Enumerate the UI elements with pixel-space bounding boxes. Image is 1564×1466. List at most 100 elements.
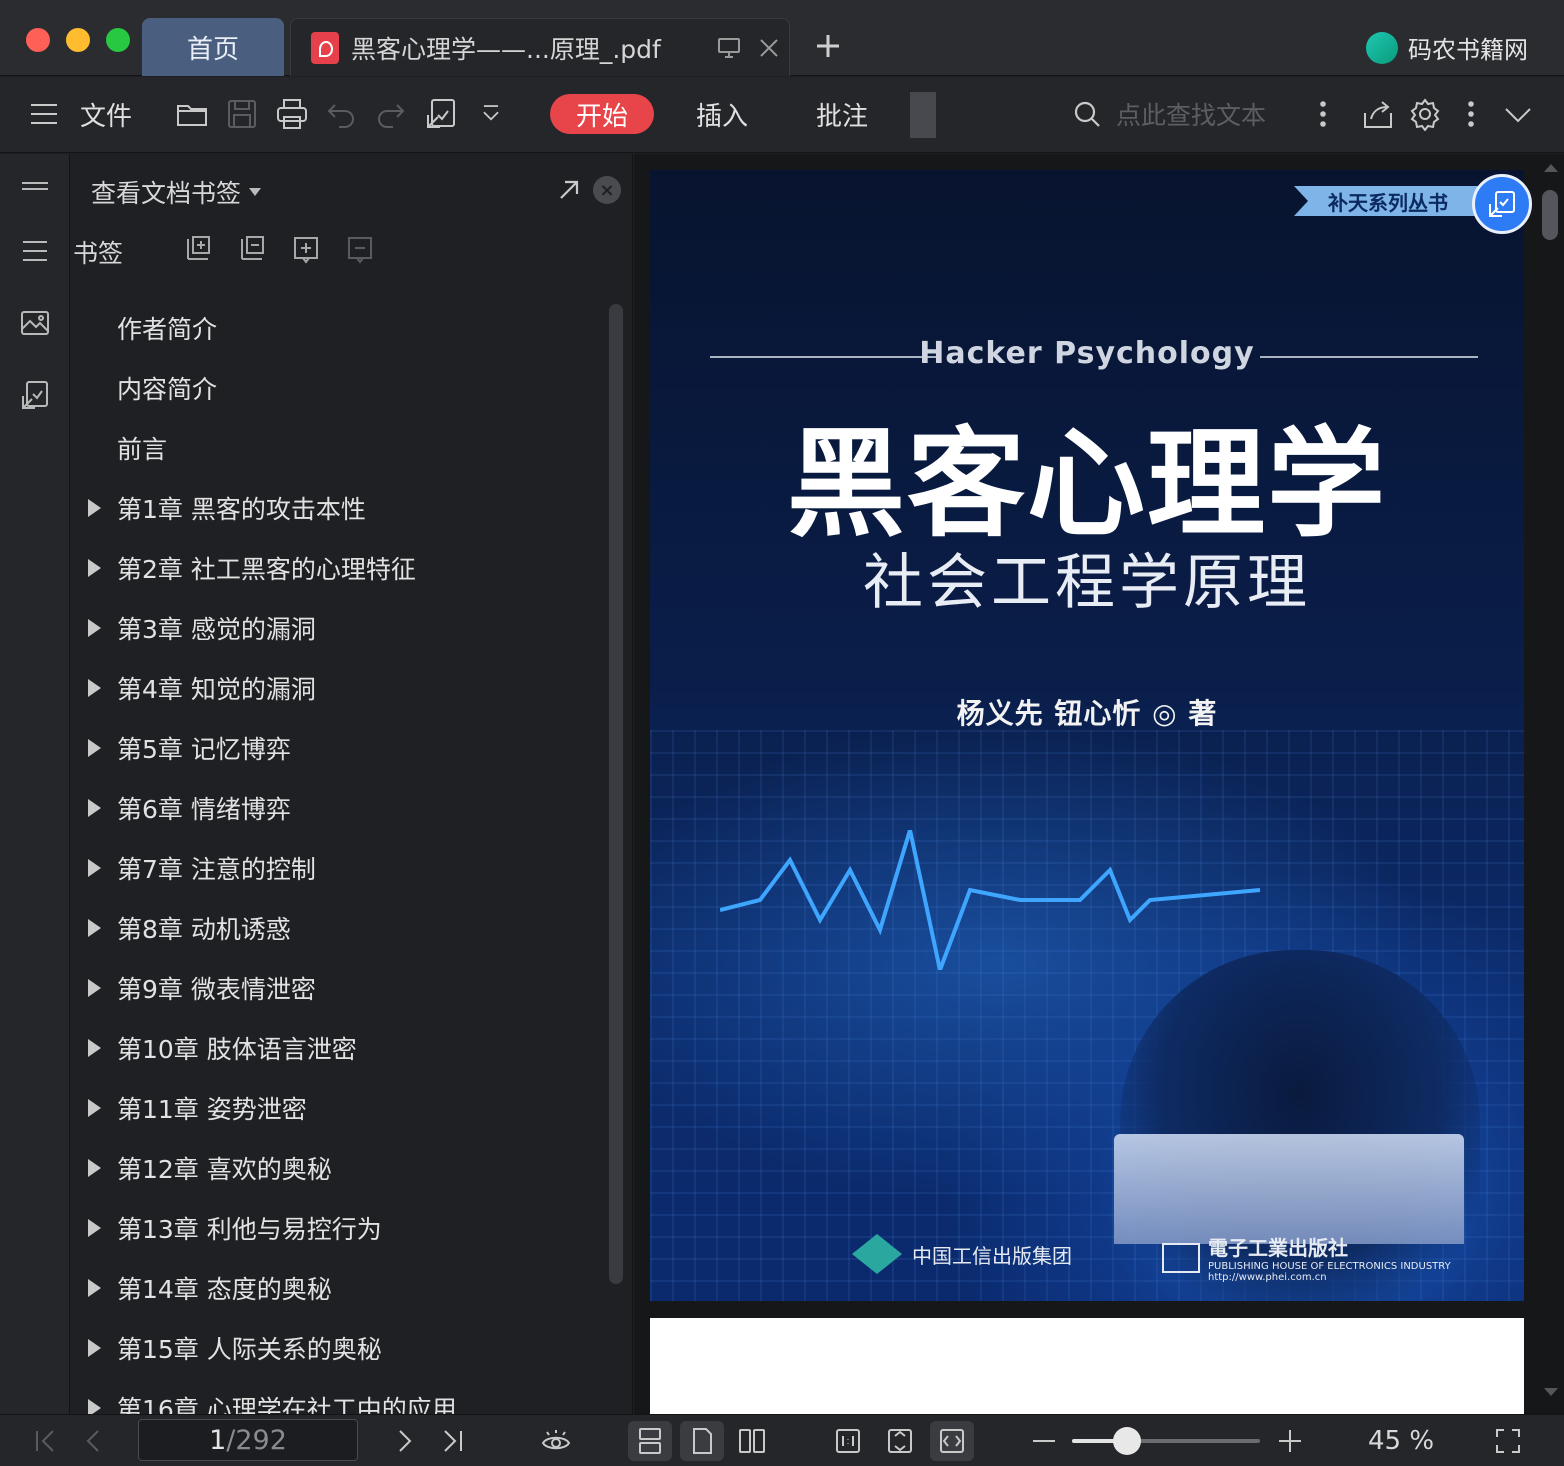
convert-panel-icon[interactable] — [14, 374, 56, 416]
tab-insert[interactable]: 插入 — [696, 94, 748, 134]
bookmark-item[interactable]: 第12章 喜欢的奥秘 — [71, 1138, 611, 1198]
more-options-icon[interactable] — [1454, 91, 1488, 137]
tab-home[interactable]: 首页 — [142, 18, 284, 76]
print-icon[interactable] — [272, 91, 312, 137]
close-tab-icon[interactable] — [749, 28, 789, 68]
bookmark-item[interactable]: 第10章 肢体语言泄密 — [71, 1018, 611, 1078]
share-icon[interactable] — [1358, 91, 1398, 137]
zoom-slider[interactable] — [1072, 1427, 1260, 1455]
bookmark-item[interactable]: 第9章 微表情泄密 — [71, 958, 611, 1018]
collapse-toolbar-chevron-icon[interactable] — [1498, 91, 1538, 137]
bookmark-item-label: 第5章 记忆博弈 — [117, 735, 291, 764]
maximize-window-button[interactable] — [106, 28, 130, 52]
expand-arrow-icon[interactable] — [71, 1099, 117, 1117]
scroll-up-arrow-icon[interactable] — [1544, 164, 1558, 172]
save-icon[interactable] — [222, 91, 262, 137]
expand-arrow-icon[interactable] — [71, 919, 117, 937]
bookmark-item[interactable]: 第15章 人际关系的奥秘 — [71, 1318, 611, 1378]
page-number-field[interactable]: 1 /292 — [138, 1419, 358, 1461]
bookmark-item[interactable]: 第8章 动机诱惑 — [71, 898, 611, 958]
bookmark-item[interactable]: 第6章 情绪博弈 — [71, 778, 611, 838]
new-tab-button[interactable] — [808, 26, 848, 66]
open-folder-icon[interactable] — [172, 91, 212, 137]
bookmark-item[interactable]: 第2章 社工黑客的心理特征 — [71, 538, 611, 598]
floating-convert-button[interactable] — [1472, 174, 1532, 234]
reading-mode-eye-icon[interactable] — [534, 1421, 578, 1461]
expand-arrow-icon[interactable] — [71, 979, 117, 997]
monitor-icon[interactable] — [709, 28, 749, 68]
brand[interactable]: 码农书籍网 — [1366, 30, 1528, 65]
bookmark-scrollbar[interactable] — [609, 304, 623, 1284]
edit-bookmark-icon[interactable] — [345, 234, 379, 268]
expand-arrow-icon[interactable] — [71, 1159, 117, 1177]
undo-icon[interactable] — [322, 91, 362, 137]
single-page-view-icon[interactable] — [680, 1421, 724, 1461]
expand-arrow-icon[interactable] — [71, 619, 117, 637]
zoom-level[interactable]: 45 % — [1368, 1421, 1434, 1461]
document-scrollbar-thumb[interactable] — [1542, 190, 1558, 240]
bookmark-item[interactable]: 第7章 注意的控制 — [71, 838, 611, 898]
bookmark-item[interactable]: 第3章 感觉的漏洞 — [71, 598, 611, 658]
expand-arrow-icon[interactable] — [71, 499, 117, 517]
new-bookmark-icon[interactable] — [291, 234, 325, 268]
fit-page-icon[interactable] — [878, 1421, 922, 1461]
file-menu[interactable]: 文件 — [76, 91, 136, 137]
file-menu-label: 文件 — [79, 101, 132, 132]
expand-arrow-icon[interactable] — [71, 1039, 117, 1057]
bookmark-item[interactable]: 内容简介 — [71, 358, 611, 418]
toolbar-overflow-handle[interactable] — [910, 92, 936, 138]
expand-arrow-icon[interactable] — [71, 1279, 117, 1297]
search-box[interactable]: 点此查找文本 — [1072, 94, 1312, 134]
expand-arrow-icon[interactable] — [71, 859, 117, 877]
scroll-down-arrow-icon[interactable] — [1544, 1388, 1558, 1396]
redo-icon[interactable] — [370, 91, 410, 137]
remove-bookmark-icon[interactable] — [237, 234, 271, 268]
tab-document[interactable]: 黑客心理学——...原理_.pdf — [290, 18, 790, 76]
expand-arrow-icon[interactable] — [71, 1339, 117, 1357]
zoom-out-icon[interactable] — [1026, 1421, 1062, 1461]
pop-out-arrow-icon[interactable] — [555, 176, 585, 206]
bookmark-item[interactable]: 第5章 记忆博弈 — [71, 718, 611, 778]
fit-width-icon[interactable] — [930, 1421, 974, 1461]
next-page-icon[interactable] — [384, 1421, 424, 1461]
last-page-icon[interactable] — [432, 1421, 472, 1461]
expand-arrow-icon[interactable] — [71, 799, 117, 817]
first-page-icon[interactable] — [26, 1421, 66, 1461]
zoom-slider-handle[interactable] — [1112, 1427, 1141, 1455]
bookmark-item[interactable]: 第14章 态度的奥秘 — [71, 1258, 611, 1318]
zoom-in-icon[interactable] — [1272, 1421, 1308, 1461]
convert-icon[interactable] — [420, 91, 462, 137]
two-page-view-icon[interactable] — [730, 1421, 774, 1461]
add-bookmark-icon[interactable] — [183, 234, 217, 268]
outline-list-icon[interactable] — [14, 230, 56, 272]
bookmark-item[interactable]: 作者简介 — [71, 298, 611, 358]
bookmark-item-label: 前言 — [117, 435, 168, 464]
vertical-dots-icon[interactable] — [1306, 91, 1340, 137]
minimize-window-button[interactable] — [66, 28, 90, 52]
close-panel-icon[interactable]: × — [593, 176, 621, 204]
settings-gear-icon[interactable] — [1404, 91, 1446, 137]
bookmark-item[interactable]: 第4章 知觉的漏洞 — [71, 658, 611, 718]
expand-arrow-icon[interactable] — [71, 679, 117, 697]
expand-arrow-icon[interactable] — [71, 1219, 117, 1237]
bookmark-item[interactable]: 第1章 黑客的攻击本性 — [71, 478, 611, 538]
more-dropdown-icon[interactable] — [476, 91, 506, 137]
bookmark-item[interactable]: 第11章 姿势泄密 — [71, 1078, 611, 1138]
expand-arrow-icon[interactable] — [71, 739, 117, 757]
panel-toggle-icon[interactable] — [14, 166, 56, 208]
expand-arrow-icon[interactable] — [71, 559, 117, 577]
continuous-view-icon[interactable] — [628, 1421, 672, 1461]
tab-start[interactable]: 开始 — [550, 94, 654, 134]
close-window-button[interactable] — [26, 28, 50, 52]
hamburger-menu-icon[interactable] — [24, 91, 64, 137]
actual-size-icon[interactable] — [826, 1421, 870, 1461]
bookmark-item[interactable]: 第13章 利他与易控行为 — [71, 1198, 611, 1258]
expand-arrow-icon[interactable] — [71, 1399, 117, 1414]
previous-page-icon[interactable] — [74, 1421, 114, 1461]
thumbnails-image-icon[interactable] — [14, 302, 56, 344]
bookmark-item[interactable]: 第16章 心理学在社工中的应用 — [71, 1378, 611, 1414]
bookmark-item[interactable]: 前言 — [71, 418, 611, 478]
bookmark-panel-header[interactable]: 查看文档书签 — [91, 174, 262, 210]
tab-annotate[interactable]: 批注 — [816, 94, 868, 134]
fullscreen-icon[interactable] — [1488, 1421, 1528, 1461]
